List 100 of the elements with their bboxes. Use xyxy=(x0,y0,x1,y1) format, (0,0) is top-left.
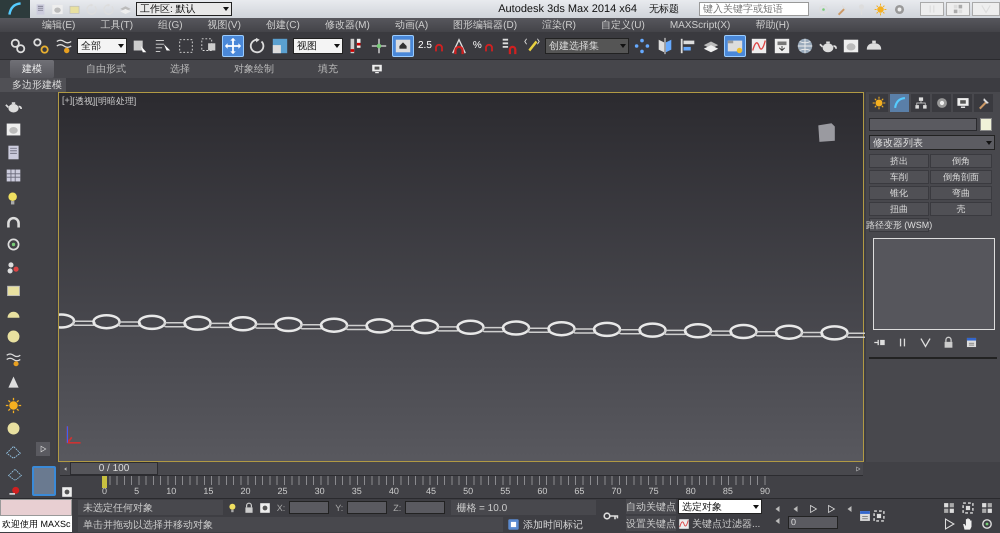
maxscript-mini-listener[interactable]: 欢迎使用 MAXSc xyxy=(0,516,72,532)
select-and-scale-icon xyxy=(271,36,289,54)
toolbar-dropdown[interactable]: 创建选择集 xyxy=(544,38,629,54)
current-frame-marker[interactable] xyxy=(102,476,107,488)
snap-toggle-button[interactable]: 2.5 xyxy=(417,34,446,56)
ribbon-tab[interactable]: 建模 xyxy=(10,60,54,78)
toolbar-dropdown[interactable]: 全部 xyxy=(77,38,127,54)
create-tab[interactable] xyxy=(869,94,888,112)
modifier-button[interactable]: 车削 xyxy=(869,170,929,184)
menu-item[interactable]: 修改器(M) xyxy=(316,18,378,32)
orbit-icon[interactable] xyxy=(980,517,994,531)
toolbar-dropdown[interactable]: 视图 xyxy=(293,38,343,54)
render-frame-icon[interactable] xyxy=(5,121,22,138)
menu-item[interactable]: 帮助(H) xyxy=(747,18,798,32)
menu-item[interactable]: 渲染(R) xyxy=(534,18,584,32)
menu-item[interactable]: 图形编辑器(D) xyxy=(445,18,526,32)
new-file-icon[interactable] xyxy=(34,2,47,16)
viewport-label[interactable]: [+] xyxy=(62,95,72,108)
key-mode-dropdown[interactable]: 选定对象 xyxy=(678,499,762,514)
object-name-field[interactable] xyxy=(869,118,977,131)
field-of-view-icon[interactable] xyxy=(942,517,956,531)
object-color-swatch[interactable] xyxy=(980,118,992,131)
zoom-all-icon[interactable] xyxy=(942,501,956,515)
menu-item[interactable]: MAXScript(X) xyxy=(662,20,738,30)
menu-item[interactable]: 动画(A) xyxy=(386,18,436,32)
modifier-button[interactable]: 挤出 xyxy=(869,154,929,168)
modifier-button[interactable]: 锥化 xyxy=(869,186,929,200)
selection-lock-icon[interactable] xyxy=(242,502,255,514)
keyboard-override-button[interactable] xyxy=(392,34,414,56)
frame-number: 70 xyxy=(612,486,622,496)
modifier-button[interactable]: 倒角剖面 xyxy=(930,170,992,184)
modifier-button[interactable]: 壳 xyxy=(930,202,992,216)
time-slider-thumb[interactable]: 0 / 100 xyxy=(70,462,158,475)
ribbon-tab[interactable]: 选择 xyxy=(158,60,202,78)
ribbon-tab[interactable]: 填充 xyxy=(306,60,350,78)
grid-spacing: 栅格 = 10.0 xyxy=(451,500,596,515)
time-config-icon[interactable] xyxy=(858,509,872,523)
menu-item[interactable]: 创建(C) xyxy=(258,18,308,32)
app-menu-button[interactable] xyxy=(0,0,30,18)
modifier-list-dropdown[interactable]: 修改器列表 xyxy=(869,135,995,150)
scene-explorer-button[interactable] xyxy=(724,34,746,56)
expand-button[interactable] xyxy=(36,442,50,456)
track-bar-toggle-icon[interactable] xyxy=(60,486,74,498)
next-icon xyxy=(855,464,861,472)
set-key-button[interactable]: 设置关键点 xyxy=(626,516,676,531)
ball-icon[interactable] xyxy=(5,420,22,437)
modifier-stack-list[interactable] xyxy=(873,238,995,330)
workspace-dropdown[interactable]: 工作区: 默认 xyxy=(136,2,232,16)
modifier-button[interactable]: 弯曲 xyxy=(930,186,992,200)
ribbon-tab[interactable]: 自由形式 xyxy=(74,60,138,78)
coordinate-field[interactable] xyxy=(405,501,446,514)
menu-item[interactable]: 自定义(U) xyxy=(592,18,653,32)
orbit-icon[interactable] xyxy=(5,236,22,253)
configure-modifier-sets-icon[interactable] xyxy=(965,336,978,349)
viewport-label[interactable]: [明暗处理] xyxy=(95,95,136,108)
select-and-move-button[interactable] xyxy=(222,34,244,56)
coordinate-field[interactable] xyxy=(289,501,330,514)
add-time-tag-button[interactable]: 添加时间标记 xyxy=(523,518,583,532)
current-frame-field[interactable]: 0 xyxy=(788,516,838,528)
zoom-extents-icon[interactable] xyxy=(961,501,975,515)
modifier-button[interactable]: 扭曲 xyxy=(869,202,929,216)
document-title: 无标题 xyxy=(649,2,679,16)
search-field[interactable]: 键入关键字或短语 xyxy=(699,2,809,16)
grid-icon[interactable] xyxy=(5,167,22,184)
viewport-label[interactable]: [透视] xyxy=(72,95,96,108)
ribbon-toggle-icon[interactable] xyxy=(370,63,384,75)
hierarchy-tab[interactable] xyxy=(911,94,930,112)
remove-modifier-icon[interactable] xyxy=(942,336,955,349)
maximize-viewport-icon[interactable] xyxy=(872,509,886,523)
frame-number: 90 xyxy=(760,486,770,496)
absolute-mode-icon[interactable] xyxy=(258,502,271,514)
menu-item[interactable]: 视图(V) xyxy=(200,18,249,32)
percent-snap-button[interactable]: % xyxy=(472,34,496,56)
modify-icon xyxy=(892,96,906,110)
coordinate-field[interactable] xyxy=(347,501,388,514)
auto-key-button[interactable]: 自动关键点 xyxy=(626,499,676,514)
frame-number: 10 xyxy=(166,486,176,496)
utilities-tab[interactable] xyxy=(974,94,993,112)
motion-tab[interactable] xyxy=(932,94,951,112)
key-tangent-icon[interactable] xyxy=(678,518,690,530)
zoom-extents-all-icon[interactable] xyxy=(980,501,994,515)
menu-item[interactable]: 工具(T) xyxy=(92,18,142,32)
rectangle-selection-icon xyxy=(177,36,195,54)
hair-icon[interactable] xyxy=(5,351,22,368)
sun-icon[interactable] xyxy=(5,397,22,414)
ribbon-tab[interactable]: 对象绘制 xyxy=(222,60,286,78)
frame-number: 40 xyxy=(388,486,399,496)
ribbon-panel-label: 多边形建模 xyxy=(0,78,66,92)
menu-item[interactable]: 编辑(E) xyxy=(34,18,84,32)
selection-status: 未选定任何对象 xyxy=(78,500,223,515)
time-tag-icon xyxy=(507,518,520,531)
maxscript-listener-field[interactable] xyxy=(0,499,72,516)
sphere-icon[interactable] xyxy=(5,328,22,345)
track-bar-ruler[interactable]: 0 5 10 15 20 25 30 35 40 45 50 55 60 65 70 75 80 85 90 xyxy=(100,476,772,498)
select-and-move-icon xyxy=(224,36,242,54)
menu-item[interactable]: 组(G) xyxy=(150,18,191,32)
make-unique-icon[interactable] xyxy=(919,336,932,349)
display-tab[interactable] xyxy=(953,94,972,112)
modifier-button[interactable]: 倒角 xyxy=(930,154,992,168)
key-filters-button[interactable]: 关键点过滤器... xyxy=(692,516,760,530)
